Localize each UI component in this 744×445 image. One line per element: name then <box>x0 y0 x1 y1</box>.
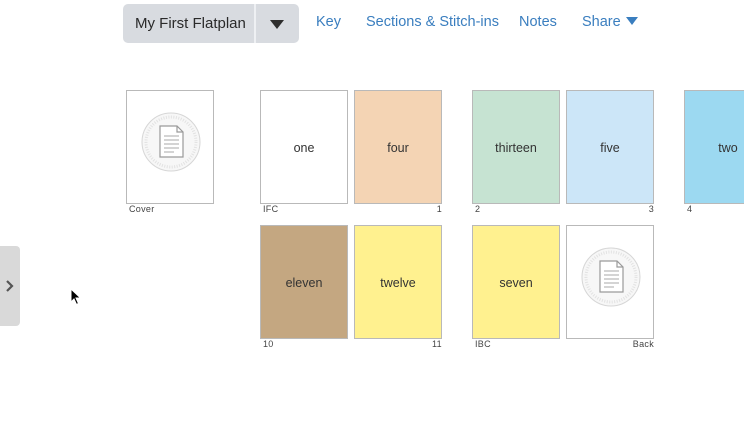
page-number-left: 10 <box>263 339 274 349</box>
share-label: Share <box>582 14 621 30</box>
document-placeholder-icon <box>581 247 641 307</box>
notes-link[interactable]: Notes <box>519 14 557 30</box>
key-link[interactable]: Key <box>316 14 341 30</box>
page-number-right: 1 <box>436 204 442 214</box>
share-menu[interactable]: Share <box>582 14 638 30</box>
sections-stitch-ins-link[interactable]: Sections & Stitch-ins <box>366 14 499 30</box>
page-thumbnail[interactable]: four <box>354 90 442 204</box>
page-thumbnail[interactable]: one <box>260 90 348 204</box>
chevron-right-icon <box>6 280 14 292</box>
page-thumbnail[interactable]: two <box>684 90 744 204</box>
page-title: five <box>600 141 620 155</box>
page-number-right: Back <box>632 339 654 349</box>
page-number-right: 11 <box>432 339 442 349</box>
page-title: seven <box>499 276 533 290</box>
page-number-left: 4 <box>687 204 693 214</box>
page-title: twelve <box>380 276 416 290</box>
flatplan-selector[interactable]: My First Flatplan <box>123 4 299 43</box>
page-number-left: IBC <box>475 339 491 349</box>
caret-down-icon <box>625 17 638 25</box>
page-thumbnail[interactable]: five <box>566 90 654 204</box>
page-title: one <box>293 141 315 155</box>
page-number-right: 3 <box>648 204 654 214</box>
page-number-left: Cover <box>129 204 155 214</box>
page-title: thirteen <box>495 141 537 155</box>
page-title: four <box>387 141 409 155</box>
sidebar-toggle[interactable] <box>0 246 20 326</box>
page-thumbnail[interactable] <box>126 90 214 204</box>
page-number-left: IFC <box>263 204 279 214</box>
selector-divider <box>254 4 256 43</box>
page-number-left: 2 <box>475 204 481 214</box>
page-thumbnail[interactable]: eleven <box>260 225 348 339</box>
page-thumbnail[interactable]: seven <box>472 225 560 339</box>
chevron-down-icon[interactable] <box>270 20 284 29</box>
flatplan-name[interactable]: My First Flatplan <box>135 4 246 43</box>
mouse-pointer-icon <box>70 288 82 306</box>
page-title: two <box>718 141 738 155</box>
page-thumbnail[interactable]: thirteen <box>472 90 560 204</box>
page-thumbnail[interactable] <box>566 225 654 339</box>
document-placeholder-icon <box>141 112 201 172</box>
page-title: eleven <box>285 276 323 290</box>
page-thumbnail[interactable]: twelve <box>354 225 442 339</box>
